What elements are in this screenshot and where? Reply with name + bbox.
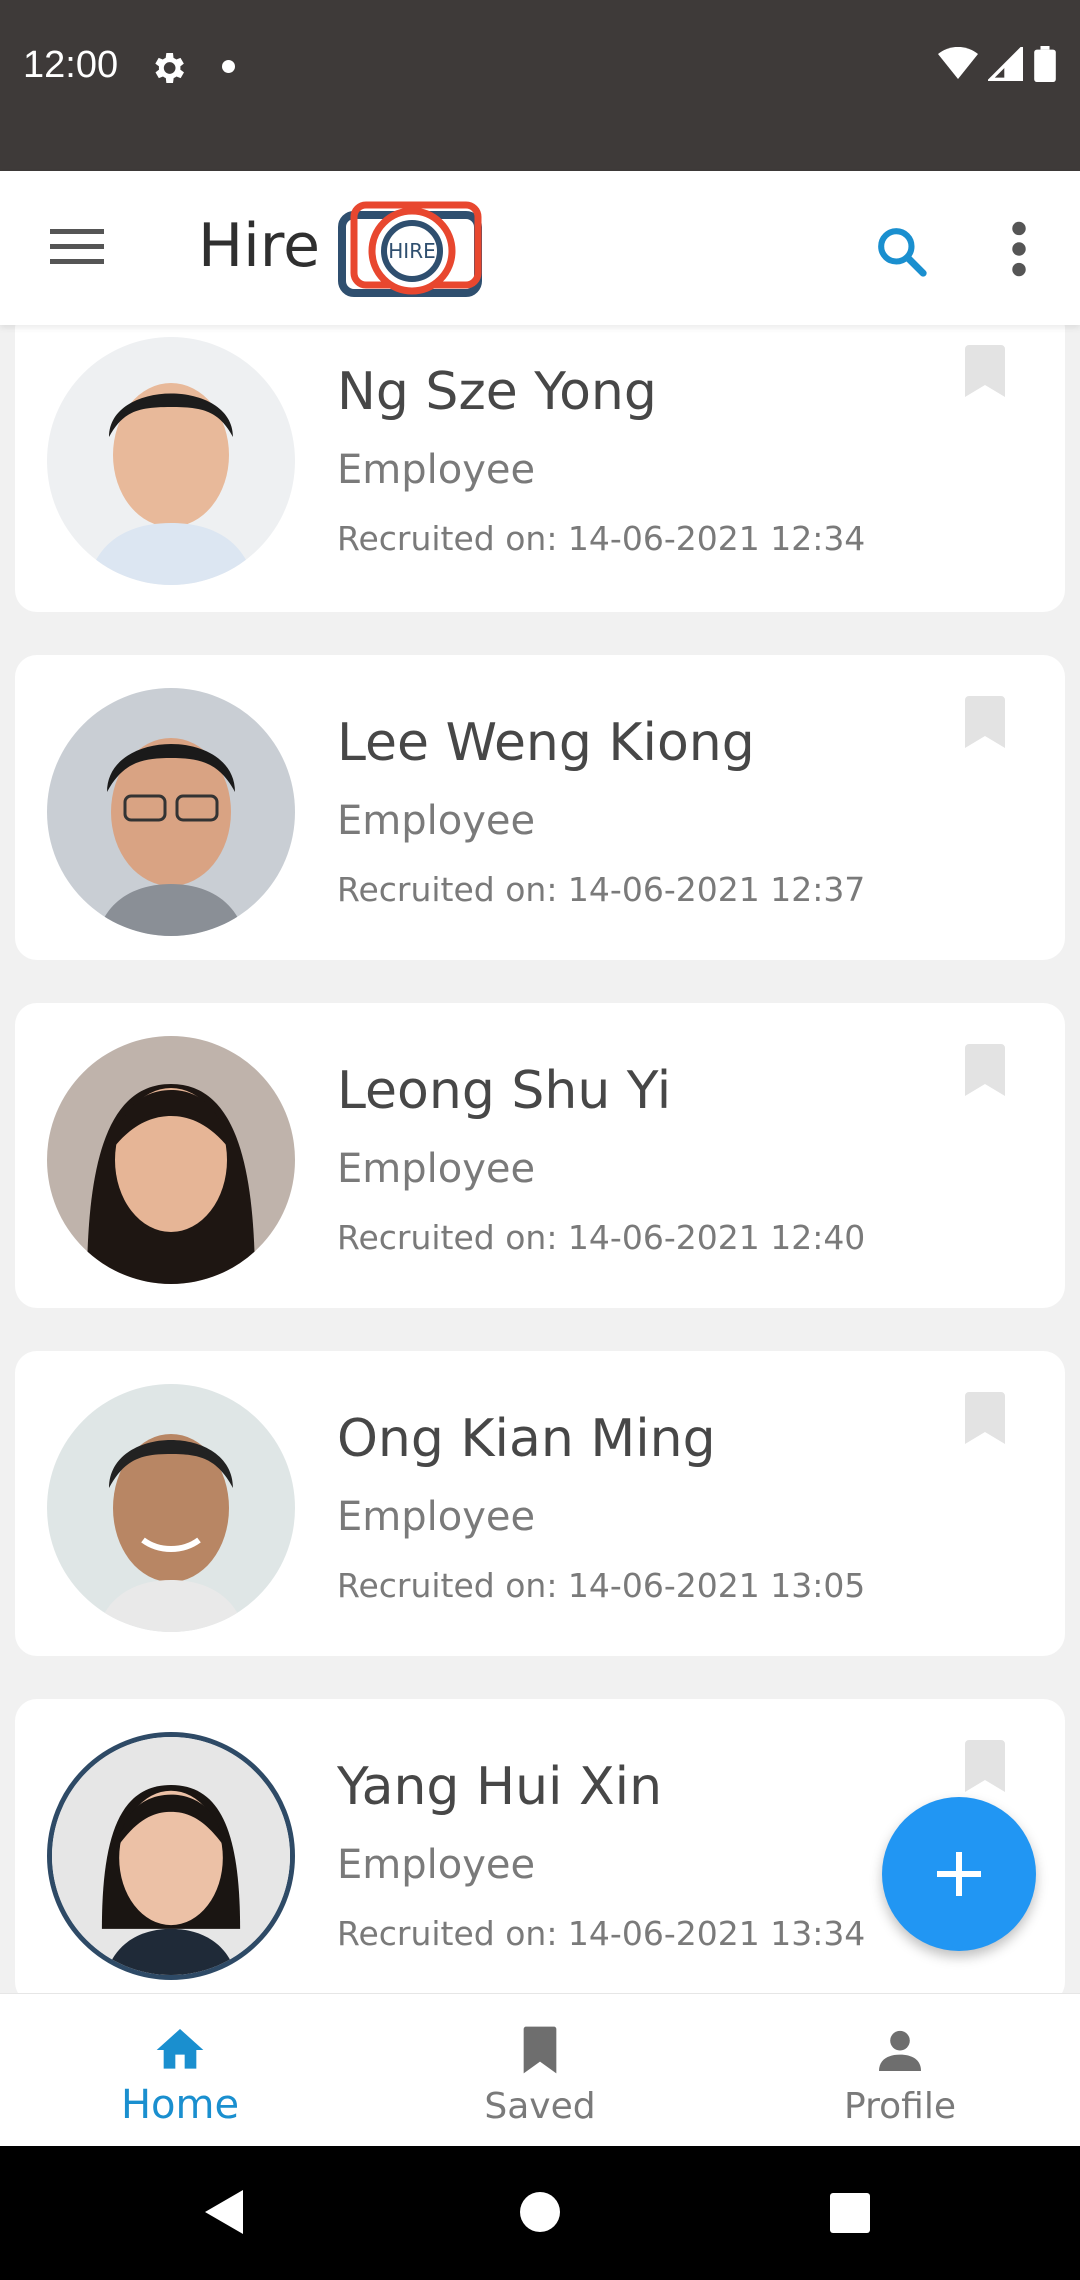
status-bar: 12:00 — [0, 0, 1080, 171]
employee-name: Lee Weng Kiong — [337, 713, 755, 773]
employee-card[interactable]: Ong Kian Ming Employee Recruited on: 14-… — [15, 1351, 1065, 1656]
nav-profile[interactable]: Profile — [720, 1994, 1080, 2147]
recruited-date: Recruited on: 14-06-2021 12:37 — [337, 870, 866, 909]
plus-icon — [937, 1852, 981, 1896]
employee-role: Employee — [337, 1842, 536, 1888]
avatar — [47, 1732, 295, 1980]
add-employee-button[interactable] — [882, 1797, 1036, 1951]
employee-name: Ng Sze Yong — [337, 362, 657, 422]
bookmark-icon[interactable] — [965, 1044, 1005, 1096]
employee-role: Employee — [337, 1146, 536, 1192]
hamburger-menu-icon[interactable] — [50, 227, 104, 267]
status-icons — [938, 46, 1056, 82]
battery-icon — [1034, 46, 1056, 82]
settings-gear-icon — [155, 53, 184, 83]
hire-camera-logo: HIRE — [338, 201, 482, 297]
avatar — [47, 688, 295, 936]
employee-role: Employee — [337, 1494, 536, 1540]
home-icon — [156, 2029, 204, 2069]
employee-card[interactable]: Leong Shu Yi Employee Recruited on: 14-0… — [15, 1003, 1065, 1308]
bookmark-icon[interactable] — [965, 1740, 1005, 1792]
app-bar: Hire HIRE — [0, 171, 1080, 325]
app-title: Hire — [198, 211, 321, 281]
bottom-navigation: Home Saved Profile — [0, 1993, 1080, 2146]
employee-role: Employee — [337, 798, 536, 844]
recruited-date: Recruited on: 14-06-2021 13:34 — [337, 1914, 866, 1953]
bookmark-icon[interactable] — [965, 1392, 1005, 1444]
employee-list[interactable]: Ng Sze Yong Employee Recruited on: 14-06… — [0, 325, 1080, 1993]
wifi-icon — [938, 47, 978, 79]
avatar — [47, 1384, 295, 1632]
recents-icon[interactable] — [829, 2192, 871, 2234]
nav-home[interactable]: Home — [0, 1994, 360, 2147]
system-navigation-bar — [0, 2146, 1080, 2280]
nav-saved[interactable]: Saved — [360, 1994, 720, 2147]
status-time: 12:00 — [23, 44, 119, 86]
recruited-date: Recruited on: 14-06-2021 12:34 — [337, 519, 866, 558]
back-icon[interactable] — [203, 2188, 245, 2236]
recruited-date: Recruited on: 14-06-2021 13:05 — [337, 1566, 866, 1605]
avatar — [47, 1036, 295, 1284]
logo-text: HIRE — [388, 239, 435, 263]
employee-card[interactable]: Ng Sze Yong Employee Recruited on: 14-06… — [15, 325, 1065, 612]
bookmark-icon — [523, 2026, 557, 2074]
avatar — [47, 337, 295, 585]
recruited-date: Recruited on: 14-06-2021 12:40 — [337, 1218, 866, 1257]
nav-saved-label: Saved — [484, 2086, 596, 2127]
more-options-icon[interactable] — [1004, 221, 1034, 277]
employee-name: Yang Hui Xin — [337, 1757, 663, 1817]
employee-name: Ong Kian Ming — [337, 1409, 716, 1469]
cell-signal-icon — [988, 47, 1023, 81]
person-icon — [879, 2030, 921, 2071]
employee-role: Employee — [337, 447, 536, 493]
nav-profile-label: Profile — [844, 2086, 956, 2127]
bookmark-icon[interactable] — [965, 345, 1005, 397]
bookmark-icon[interactable] — [965, 696, 1005, 748]
notification-dot-icon — [222, 60, 235, 73]
nav-home-label: Home — [120, 2082, 240, 2128]
employee-name: Leong Shu Yi — [337, 1061, 672, 1121]
home-circle-icon[interactable] — [519, 2191, 561, 2233]
employee-card[interactable]: Lee Weng Kiong Employee Recruited on: 14… — [15, 655, 1065, 960]
search-icon[interactable] — [873, 223, 929, 279]
